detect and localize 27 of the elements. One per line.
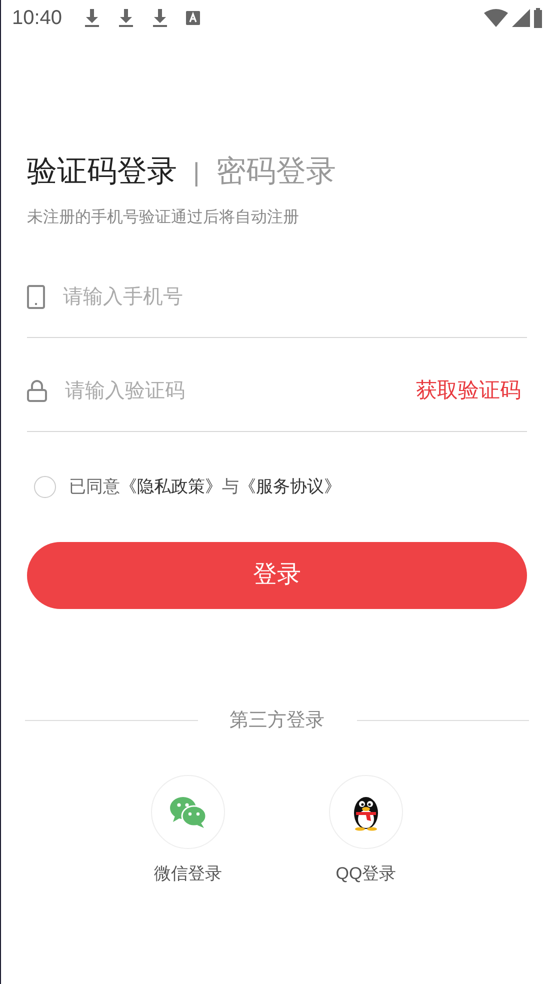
download-icon: [152, 8, 168, 28]
agreement-text: 已同意: [69, 477, 120, 496]
status-time: 10:40: [12, 6, 62, 31]
keyboard-notification-icon: [186, 11, 200, 25]
wifi-icon: [484, 9, 508, 27]
agreement-checkbox[interactable]: [34, 476, 56, 498]
social-login-label: 微信登录: [154, 863, 222, 885]
social-login-button[interactable]: [329, 775, 403, 849]
subtitle: 未注册的手机号验证通过后将自动注册: [27, 208, 300, 228]
chat-bubbles-icon: [168, 795, 208, 829]
agreement-joiner: 与: [222, 477, 239, 496]
get-code-link[interactable]: 获取验证码: [416, 374, 521, 406]
download-icon: [84, 8, 100, 28]
code-input[interactable]: 请输入验证码: [65, 376, 398, 406]
social-login-label: QQ登录: [336, 863, 396, 885]
phone-input[interactable]: 请输入手机号: [63, 282, 527, 312]
privacy-policy-link[interactable]: 《隐私政策》: [120, 477, 222, 496]
third-party-title: 第三方登录: [230, 708, 324, 732]
lock-icon: [27, 380, 47, 402]
tab-separator: |: [193, 156, 200, 188]
tab[interactable]: 验证码登录: [27, 152, 177, 192]
service-agreement-link[interactable]: 《服务协议》: [239, 477, 341, 496]
download-icon: [118, 8, 134, 28]
battery-icon: [534, 8, 542, 28]
login-button[interactable]: 登录: [27, 542, 527, 608]
signal-icon: [512, 9, 530, 27]
phone-icon: [27, 284, 45, 308]
